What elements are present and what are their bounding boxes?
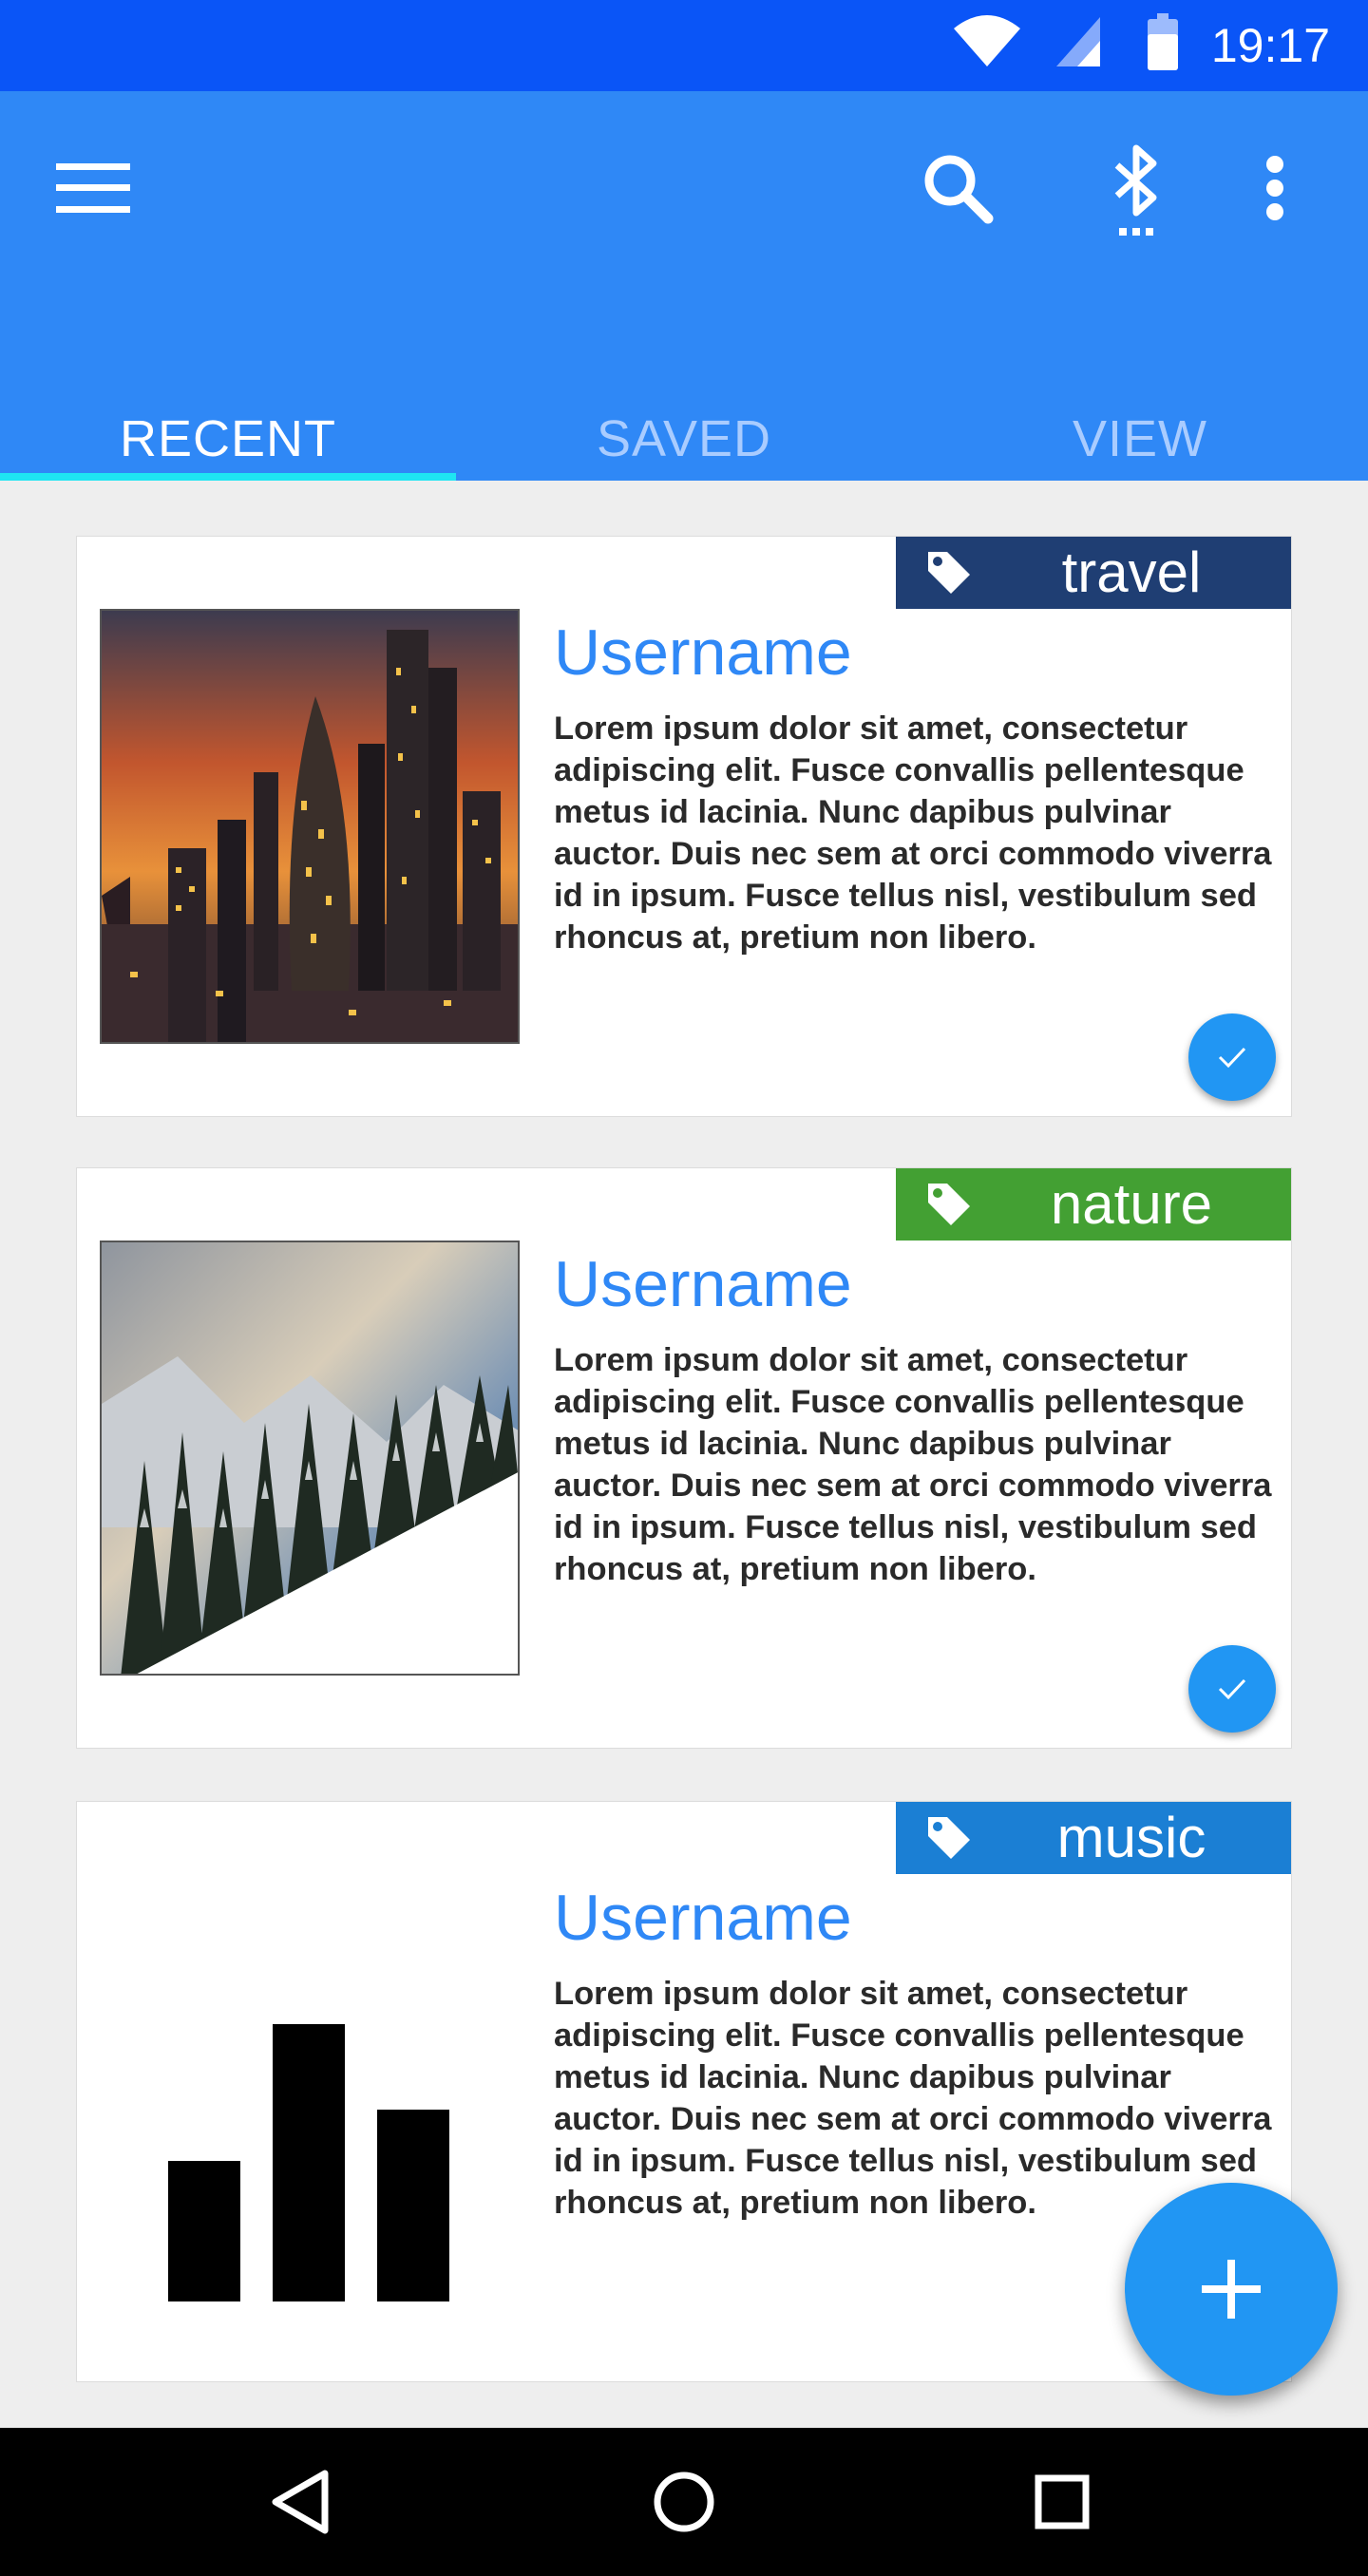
menu-button[interactable] — [46, 148, 141, 228]
tag-badge[interactable]: nature — [896, 1168, 1291, 1241]
more-vert-icon — [1266, 156, 1283, 220]
card-description: Lorem ipsum dolor sit amet, consectetur … — [554, 1342, 1272, 1587]
tab-label: VIEW — [1072, 410, 1207, 467]
tab-recent[interactable]: RECENT — [0, 397, 456, 481]
tab-bar: RECENT SAVED VIEW — [0, 397, 1368, 481]
back-icon — [272, 2470, 329, 2534]
card-description: Lorem ipsum dolor sit amet, consectetur … — [554, 710, 1272, 956]
signal-icon — [1054, 13, 1104, 75]
menu-icon — [56, 163, 130, 213]
tag-icon — [924, 548, 974, 602]
bar-graph-icon — [100, 1874, 520, 2309]
recents-button[interactable] — [1024, 2464, 1100, 2540]
card-username[interactable]: Username — [554, 615, 852, 691]
home-button[interactable] — [646, 2464, 722, 2540]
check-button[interactable] — [1188, 1013, 1276, 1101]
card-username[interactable]: Username — [554, 1246, 852, 1322]
wifi-icon — [952, 13, 1022, 75]
home-icon — [654, 2472, 714, 2532]
snowy-forest-image — [100, 1241, 520, 1676]
tab-indicator — [0, 473, 456, 481]
add-icon — [1202, 2260, 1261, 2319]
bluetooth-button[interactable] — [1089, 144, 1184, 239]
tag-label: travel — [1061, 540, 1202, 604]
more-options-button[interactable] — [1237, 144, 1313, 232]
tag-badge[interactable]: travel — [896, 537, 1291, 609]
check-icon — [1218, 1047, 1246, 1069]
city-skyline-image — [100, 609, 520, 1044]
search-button[interactable] — [910, 148, 1005, 228]
status-bar: 19:17 — [0, 0, 1368, 91]
app-bar: RECENT SAVED VIEW — [0, 91, 1368, 481]
search-icon — [924, 155, 994, 224]
tag-label: music — [1056, 1806, 1206, 1869]
tag-label: nature — [1050, 1172, 1213, 1236]
card-travel[interactable]: travel Username Lorem ipsum dolor sit am… — [76, 536, 1292, 1117]
tab-label: SAVED — [596, 410, 772, 467]
card-music[interactable]: music Username Lorem ipsum dolor sit ame… — [76, 1801, 1292, 2382]
add-fab-button[interactable] — [1125, 2183, 1338, 2396]
tag-icon — [924, 1180, 974, 1234]
card-nature[interactable]: nature Username Lorem ipsum dolor sit am… — [76, 1167, 1292, 1749]
battery-icon — [1146, 13, 1180, 77]
tag-badge[interactable]: music — [896, 1802, 1291, 1874]
tab-label: RECENT — [119, 410, 336, 467]
check-button[interactable] — [1188, 1645, 1276, 1733]
tab-saved[interactable]: SAVED — [456, 397, 912, 481]
tag-icon — [924, 1813, 974, 1867]
bluetooth-icon — [1114, 144, 1157, 236]
card-description: Lorem ipsum dolor sit amet, consectetur … — [554, 1976, 1272, 2221]
card-username[interactable]: Username — [554, 1880, 852, 1956]
back-button[interactable] — [262, 2464, 338, 2540]
check-icon — [1218, 1678, 1246, 1700]
navigation-bar — [0, 2428, 1368, 2576]
status-time: 19:17 — [1210, 19, 1330, 72]
recents-icon — [1035, 2474, 1090, 2529]
tab-view[interactable]: VIEW — [912, 397, 1368, 481]
